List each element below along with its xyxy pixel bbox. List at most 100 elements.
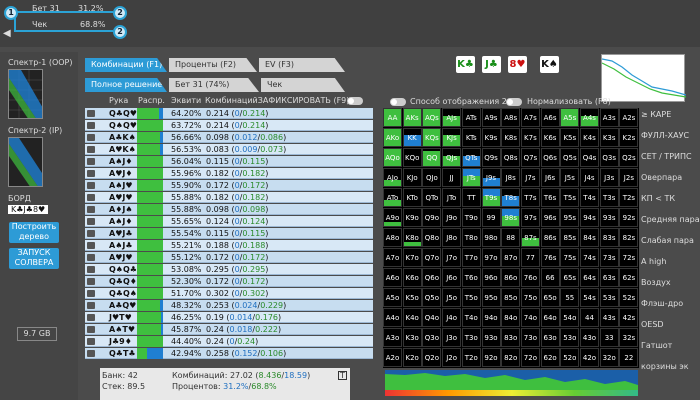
matrix-cell[interactable]: 54o — [560, 308, 580, 327]
matrix-cell[interactable]: K5o — [402, 288, 422, 307]
category-item[interactable]: OESD — [641, 320, 664, 329]
table-row[interactable]: J♣9♦ 44.40% 0.24 (0/0.24) — [85, 336, 373, 347]
table-row[interactable]: A♠J♦ 55.65% 0.124 (0/0.124) — [85, 216, 373, 227]
matrix-cell[interactable]: K2o — [402, 348, 422, 367]
matrix-cell[interactable]: J3s — [599, 168, 619, 187]
table-row[interactable]: A♥K♠ 56.53% 0.083 (0.009/0.073) — [85, 144, 373, 155]
table-row[interactable]: A♥J♥ 55.88% 0.182 (0/0.182) — [85, 192, 373, 203]
matrix-cell[interactable]: 84s — [580, 228, 599, 247]
matrix-cell[interactable]: J9o — [442, 208, 462, 227]
lock-icon[interactable] — [87, 302, 95, 309]
tab-percents[interactable]: Проценты (F2) — [169, 58, 257, 72]
matrix-cell[interactable]: ATs — [461, 108, 481, 127]
table-row[interactable]: Q♠Q♥ 63.72% 0.214 (0/0.214) — [85, 120, 373, 131]
matrix-cell[interactable]: A3s — [599, 108, 619, 127]
matrix-cell[interactable]: QTs — [461, 148, 481, 167]
matrix-cell[interactable]: 66 — [540, 268, 560, 287]
matrix-cell[interactable]: 93s — [599, 208, 619, 227]
lock-icon[interactable] — [87, 326, 95, 333]
matrix-cell[interactable]: T3o — [461, 328, 481, 347]
matrix-cell[interactable]: 85o — [501, 288, 521, 307]
matrix-cell[interactable]: Q7s — [520, 148, 540, 167]
col-dist[interactable]: Распр. — [138, 96, 165, 105]
tab-bet[interactable]: Бет 31 (74%) — [169, 78, 259, 92]
matrix-cell[interactable]: J5s — [560, 168, 580, 187]
matrix-cell[interactable]: A8s — [501, 108, 521, 127]
lock-icon[interactable] — [87, 230, 95, 237]
tab-check[interactable]: Чек — [261, 78, 345, 92]
matrix-cell[interactable]: J7s — [520, 168, 540, 187]
matrix-cell[interactable]: T4s — [580, 188, 599, 207]
matrix-cell[interactable]: 93o — [481, 328, 501, 347]
matrix-cell[interactable]: J2o — [442, 348, 462, 367]
matrix-cell[interactable]: A5o — [383, 288, 402, 307]
matrix-cell[interactable]: 75o — [520, 288, 540, 307]
matrix-cell[interactable]: Q6o — [422, 268, 442, 287]
matrix-cell[interactable]: T8o — [461, 228, 481, 247]
lock-icon[interactable] — [87, 314, 95, 321]
matrix-cell[interactable]: Q5s — [560, 148, 580, 167]
matrix-cell[interactable]: A8o — [383, 228, 402, 247]
matrix-cell[interactable]: T7s — [520, 188, 540, 207]
matrix-cell[interactable]: 44 — [580, 308, 599, 327]
matrix-cell[interactable]: J7o — [442, 248, 462, 267]
matrix-cell[interactable]: K8s — [501, 128, 521, 147]
matrix-cell[interactable]: 96s — [540, 208, 560, 227]
matrix-cell[interactable]: 43s — [599, 308, 619, 327]
matrix-cell[interactable]: Q4s — [580, 148, 599, 167]
matrix-cell[interactable]: T3s — [599, 188, 619, 207]
table-row[interactable]: A♠J♥ 55.90% 0.172 (0/0.172) — [85, 180, 373, 191]
matrix-cell[interactable]: KQo — [402, 148, 422, 167]
matrix-cell[interactable]: J4s — [580, 168, 599, 187]
matrix-cell[interactable]: TT — [461, 188, 481, 207]
matrix-cell[interactable]: 83o — [501, 328, 521, 347]
matrix-cell[interactable]: AKs — [402, 108, 422, 127]
matrix-cell[interactable]: A7s — [520, 108, 540, 127]
matrix-cell[interactable]: 32s — [619, 328, 639, 347]
matrix-cell[interactable]: 64o — [540, 308, 560, 327]
matrix-cell[interactable]: KK — [402, 128, 422, 147]
normalize-toggle[interactable] — [506, 98, 522, 106]
matrix-cell[interactable]: J2s — [619, 168, 639, 187]
matrix-cell[interactable]: 99 — [481, 208, 501, 227]
matrix-cell[interactable]: A9s — [481, 108, 501, 127]
matrix-cell[interactable]: T2s — [619, 188, 639, 207]
matrix-cell[interactable]: 87o — [501, 248, 521, 267]
matrix-cell[interactable]: K6o — [402, 268, 422, 287]
table-row[interactable]: A♠T♥ 45.87% 0.24 (0.018/0.222) — [85, 324, 373, 335]
matrix-cell[interactable]: K7o — [402, 248, 422, 267]
spectrum2-range[interactable] — [8, 137, 43, 187]
matrix-cell[interactable]: 53o — [560, 328, 580, 347]
matrix-cell[interactable]: AKo — [383, 128, 402, 147]
lock-icon[interactable] — [87, 338, 95, 345]
matrix-cell[interactable]: Q9o — [422, 208, 442, 227]
category-item[interactable]: Гатшот — [641, 341, 672, 350]
matrix-cell[interactable]: J8o — [442, 228, 462, 247]
matrix-cell[interactable]: 32o — [599, 348, 619, 367]
table-row[interactable]: A♥J♦ 55.96% 0.182 (0/0.182) — [85, 168, 373, 179]
matrix-cell[interactable]: AQs — [422, 108, 442, 127]
matrix-cell[interactable]: T6o — [461, 268, 481, 287]
tab-ev[interactable]: EV (F3) — [259, 58, 345, 72]
matrix-cell[interactable]: 82s — [619, 228, 639, 247]
tree-root-node[interactable]: 1 — [4, 6, 18, 20]
matrix-cell[interactable]: 73s — [599, 248, 619, 267]
matrix-cell[interactable]: J6s — [540, 168, 560, 187]
matrix-cell[interactable]: 92o — [481, 348, 501, 367]
matrix-cell[interactable]: Q4o — [422, 308, 442, 327]
matrix-cell[interactable]: 85s — [560, 228, 580, 247]
matrix-cell[interactable]: AQo — [383, 148, 402, 167]
tree-check-label[interactable]: Чек — [32, 20, 47, 29]
matrix-cell[interactable]: 22 — [619, 348, 639, 367]
matrix-cell[interactable]: J6o — [442, 268, 462, 287]
matrix-cell[interactable]: 54s — [580, 288, 599, 307]
matrix-cell[interactable]: T4o — [461, 308, 481, 327]
lock-icon[interactable] — [87, 170, 95, 177]
matrix-cell[interactable]: ATo — [383, 188, 402, 207]
equity-mini-graph[interactable] — [601, 54, 687, 102]
tab-full-solution[interactable]: Полное решение — [85, 78, 167, 92]
tree-bet-node[interactable]: 2 — [113, 6, 127, 20]
matrix-cell[interactable]: 88 — [501, 228, 521, 247]
matrix-cell[interactable]: K4o — [402, 308, 422, 327]
matrix-cell[interactable]: 75s — [560, 248, 580, 267]
